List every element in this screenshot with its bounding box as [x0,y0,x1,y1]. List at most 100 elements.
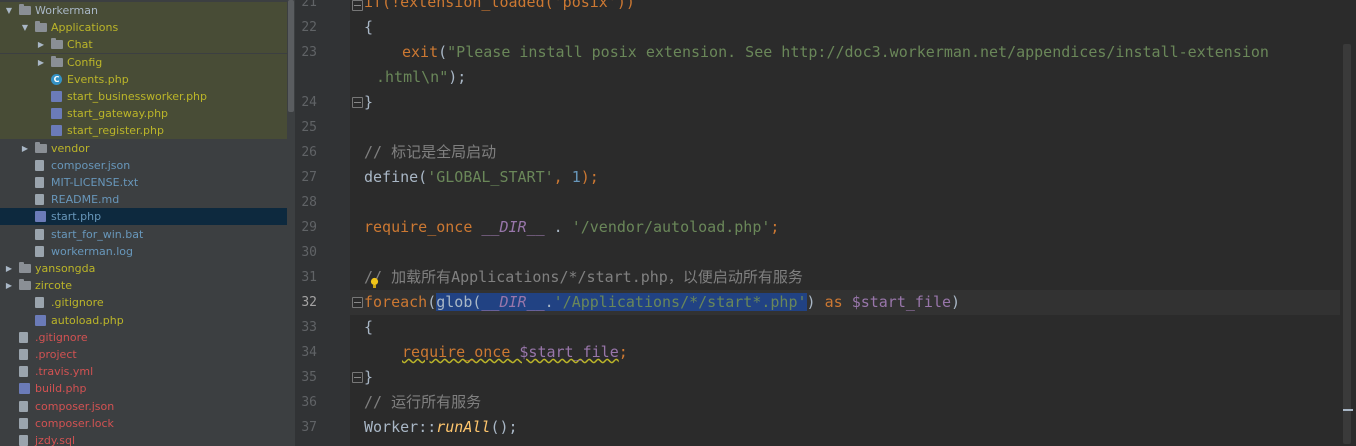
folder-icon [19,279,31,291]
tree-item[interactable]: composer.json [0,398,287,415]
folder-icon [35,21,47,33]
tree-item-label: jzdy.sql [35,434,76,446]
chevron-right-icon[interactable]: ▶ [20,140,30,157]
tree-item[interactable]: .gitignore [0,294,287,311]
tree-item-label: zircote [35,279,72,293]
tree-item[interactable]: ▶ yansongda [0,260,287,277]
folder-icon [35,141,47,153]
sql-file-icon [19,435,28,446]
tree-item[interactable]: workerman.log [0,243,287,260]
tree-item[interactable]: .travis.yml [0,363,287,380]
code-punct: ); [580,168,599,186]
json-file-icon [35,159,44,171]
code-class: Worker [364,418,419,436]
tree-item-label: Applications [51,21,119,35]
code-line-33: { [364,315,373,340]
php-file-icon [19,383,30,395]
code-line-23-wrap: .html\n"); [376,65,466,90]
code-line-21: if(!extension_loaded('posix')) [364,0,635,15]
tree-item[interactable]: ▶ Config [0,53,287,71]
code-punct: ); [448,68,467,86]
line-number: 25 [301,120,317,135]
code-constant: __DIR__ [481,293,545,311]
line-number: 37 [301,420,317,435]
tree-item-label: .gitignore [51,296,104,310]
code-selection: glob(__DIR__.'/Applications/*/start*.php… [436,293,807,311]
tree-item[interactable]: start_register.php [0,122,287,140]
code-comment: // 加载所有Applications/*/start.php，以便启动所有服务 [364,268,803,286]
tree-item[interactable]: .project [0,346,287,363]
line-number: 22 [301,20,317,35]
project-tree-scrollbar[interactable] [287,0,295,446]
line-number: 21 [301,0,317,10]
tree-item[interactable]: ▼ Workerman [0,2,287,19]
code-brace: { [364,18,374,36]
code-punct: ) [951,293,961,311]
tree-item-label: .gitignore [35,330,88,344]
folder-icon [51,55,63,67]
code-keyword: foreach [364,293,428,311]
tree-item-label: composer.lock [35,416,114,430]
code-number: 1 [571,168,581,186]
tree-item-label: .travis.yml [35,365,94,379]
line-number: 36 [301,395,317,410]
code-keyword: require_once [402,343,511,361]
code-string: '/Applications/*/start*.php' [553,293,807,311]
scrollbar-thumb[interactable] [288,0,294,112]
tree-item[interactable]: build.php [0,380,287,397]
line-number: 26 [301,145,317,160]
chevron-down-icon[interactable]: ▼ [4,2,14,19]
tree-item[interactable]: autoload.php [0,312,287,329]
editor-scrollbar[interactable] [1340,0,1356,446]
tree-item-label: start_gateway.php [67,107,169,121]
tree-item[interactable]: composer.json [0,157,287,174]
log-file-icon [35,245,44,257]
tree-item[interactable]: ▶ Chat [0,36,287,54]
tree-item[interactable]: start.php [0,208,287,226]
tree-item[interactable]: .gitignore [0,329,287,346]
fold-marker-icon[interactable] [352,372,363,383]
line-number: 30 [301,245,317,260]
chevron-right-icon[interactable]: ▶ [4,260,14,277]
tree-item-label: README.md [51,193,120,207]
tree-item[interactable]: MIT-LICENSE.txt [0,174,287,191]
code-comment: // 运行所有服务 [364,393,482,411]
chevron-right-icon[interactable]: ▶ [36,36,46,53]
tree-item[interactable]: start_gateway.php [0,105,287,123]
chevron-right-icon[interactable]: ▶ [36,54,46,71]
code-keyword: exit [402,43,439,61]
chevron-right-icon[interactable]: ▶ [4,277,14,294]
tree-item[interactable]: ▼ Applications [0,19,287,37]
tree-item[interactable]: composer.lock [0,415,287,432]
code-punct: ) [806,293,816,311]
code-string: 'GLOBAL_START' [427,168,554,186]
tree-item-label: Config [67,55,103,69]
tree-item-label: build.php [35,382,87,396]
code-line-31: // 加载所有Applications/*/start.php，以便启动所有服务 [364,265,803,290]
tree-item[interactable]: ▶ zircote [0,277,287,294]
tree-item[interactable]: README.md [0,191,287,208]
tree-item[interactable]: start_for_win.bat [0,226,287,243]
bat-file-icon [35,228,44,240]
code-keyword: require_once [364,218,473,236]
code-punct: . [544,218,572,236]
folder-icon [51,38,63,50]
code-comment: // 标记是全局启动 [364,143,497,161]
fold-marker-icon[interactable] [352,297,363,308]
tree-item[interactable]: ▶ vendor [0,140,287,157]
tree-item[interactable]: start_businessworker.php [0,88,287,105]
tree-item[interactable]: C Events.php [0,70,287,88]
scrollbar-thumb[interactable] [1343,44,1351,444]
fold-marker-icon[interactable] [352,97,363,108]
chevron-down-icon[interactable]: ▼ [20,19,30,36]
line-number: 33 [301,320,317,335]
code-punct: . [544,293,554,311]
tree-item[interactable]: jzdy.sql [0,432,287,446]
code-brace: { [364,318,374,336]
code-variable: $start_file [519,343,619,361]
fold-marker-icon[interactable] [352,0,363,11]
tree-item-label: .project [35,348,77,361]
line-number [295,65,317,90]
code-function: glob( [436,293,482,311]
lightbulb-icon[interactable] [370,277,379,289]
